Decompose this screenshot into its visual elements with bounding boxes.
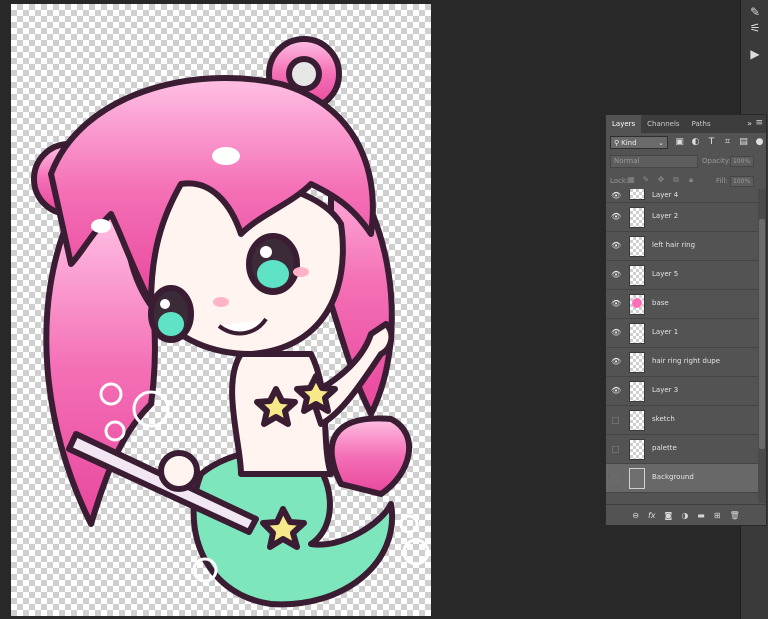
layer-row[interactable]: 👁︎ Layer 5 <box>606 261 758 290</box>
adjustment-filter-icon[interactable]: ◐ <box>690 137 701 148</box>
workspace: ✎ ⚟ ▶ Layers Channels Paths » ≡ ⚲ Kind ⌄… <box>0 0 768 619</box>
lock-row: Lock: ▦ ✎ ✥ ⧉ 🔒︎ Fill: 100% <box>606 171 766 190</box>
layer-list: 👁︎ Layer 4 👁︎ Layer 2 👁︎ left hair ring 👁︎ Laye… <box>606 189 758 503</box>
layers-panel: Layers Channels Paths » ≡ ⚲ Kind ⌄ ▣ ◐ T… <box>605 114 767 526</box>
folder-icon[interactable]: ▬ <box>697 511 705 520</box>
fill-value[interactable]: 100% <box>730 176 754 187</box>
collapse-icon[interactable]: » <box>747 119 752 128</box>
fill-label: Fill: <box>716 177 728 185</box>
layer-name: hair ring right dupe <box>652 357 721 365</box>
layer-name: sketch <box>652 415 675 423</box>
blend-row: Normal Opacity: 100% <box>606 152 766 171</box>
filter-kind-select[interactable]: ⚲ Kind ⌄ <box>610 136 668 149</box>
layer-row[interactable]: 👁︎ Layer 2 <box>606 203 758 232</box>
lock-transparent-icon[interactable]: ▦ <box>626 175 636 185</box>
blend-mode-select[interactable]: Normal <box>610 155 698 168</box>
document-canvas[interactable] <box>11 4 431 616</box>
layer-row[interactable]: 👁︎ base <box>606 290 758 319</box>
layer-name: Layer 5 <box>652 270 679 278</box>
layer-name: Layer 1 <box>652 328 679 336</box>
eye-icon[interactable]: 👁︎ <box>611 212 621 222</box>
visibility-toggle-icon[interactable] <box>612 446 619 453</box>
layer-scrollbar[interactable] <box>758 189 766 503</box>
layer-row[interactable]: 👁︎ Layer 4 <box>606 189 758 203</box>
lock-all-icon[interactable]: 🔒︎ <box>686 175 696 185</box>
layer-row[interactable]: 👁︎ Layer 3 <box>606 377 758 406</box>
layer-row[interactable]: 👁︎ hair ring right dupe <box>606 348 758 377</box>
layer-thumbnail <box>629 468 645 489</box>
panel-footer: ⊖ fx ◙ ◑ ▬ ⊞ 🗑︎ <box>606 504 766 525</box>
chevron-down-icon: ⌄ <box>658 138 664 147</box>
eye-icon[interactable]: 👁︎ <box>611 328 621 338</box>
adjustment-icon[interactable]: ◑ <box>681 511 688 520</box>
opacity-value[interactable]: 100% <box>730 156 754 167</box>
layer-thumbnail <box>629 352 645 373</box>
play-icon[interactable]: ▶ <box>745 44 765 64</box>
tab-paths[interactable]: Paths <box>686 115 717 133</box>
shape-filter-icon[interactable]: ⌗ <box>722 137 733 148</box>
scroll-thumb[interactable] <box>759 219 765 449</box>
layer-thumbnail <box>629 189 645 200</box>
opacity-label: Opacity: <box>702 157 731 165</box>
lock-image-icon[interactable]: ✎ <box>641 175 651 185</box>
eye-icon[interactable]: 👁︎ <box>611 299 621 309</box>
mermaid-artwork <box>31 36 430 608</box>
lock-position-icon[interactable]: ✥ <box>656 175 666 185</box>
new-layer-icon[interactable]: ⊞ <box>714 511 721 520</box>
link-icon[interactable]: ⊖ <box>632 511 639 520</box>
type-filter-icon[interactable]: T <box>706 137 717 148</box>
eye-icon[interactable]: 👁︎ <box>611 357 621 367</box>
search-icon: ⚲ <box>614 138 620 147</box>
layer-name: left hair ring <box>652 241 696 249</box>
panel-menu-icon[interactable]: ≡ <box>755 118 763 128</box>
layer-row[interactable]: 👁︎ Layer 1 <box>606 319 758 348</box>
visibility-toggle-icon[interactable] <box>612 475 619 482</box>
filter-toggle-icon[interactable]: ● <box>754 137 765 148</box>
layer-row[interactable]: Background <box>606 464 758 493</box>
panel-tabs: Layers Channels Paths » ≡ <box>606 115 766 133</box>
layer-thumbnail <box>629 207 645 228</box>
layer-thumbnail <box>629 294 645 315</box>
tab-channels[interactable]: Channels <box>641 115 685 133</box>
smart-object-filter-icon[interactable]: ▤ <box>738 137 749 148</box>
filter-row: ⚲ Kind ⌄ ▣ ◐ T ⌗ ▤ ● <box>606 133 766 152</box>
layer-thumbnail <box>629 439 645 460</box>
mask-icon[interactable]: ◙ <box>665 511 673 520</box>
layer-row[interactable]: palette <box>606 435 758 464</box>
filter-kind-label: Kind <box>621 138 637 147</box>
layer-name: Background <box>652 473 694 481</box>
layer-thumbnail <box>629 323 645 344</box>
lock-artboard-icon[interactable]: ⧉ <box>671 175 681 185</box>
visibility-toggle-icon[interactable] <box>612 417 619 424</box>
eye-icon[interactable]: 👁︎ <box>611 241 621 251</box>
trash-icon[interactable]: 🗑︎ <box>730 511 740 520</box>
eye-icon[interactable]: 👁︎ <box>611 191 621 201</box>
tab-layers[interactable]: Layers <box>606 115 642 133</box>
layer-thumbnail <box>629 381 645 402</box>
pixel-filter-icon[interactable]: ▣ <box>674 137 685 148</box>
eye-icon[interactable]: 👁︎ <box>611 386 621 396</box>
layer-name: Layer 2 <box>652 212 679 220</box>
layer-row[interactable]: 👁︎ left hair ring <box>606 232 758 261</box>
layer-thumbnail <box>629 410 645 431</box>
fx-icon[interactable]: fx <box>648 511 656 520</box>
layer-row[interactable]: sketch <box>606 406 758 435</box>
layer-name: palette <box>652 444 677 452</box>
layer-thumbnail <box>629 236 645 257</box>
layer-name: base <box>652 299 669 307</box>
sliders-icon[interactable]: ⚟ <box>745 18 765 38</box>
layer-name: Layer 4 <box>652 191 679 199</box>
layer-thumbnail <box>629 265 645 286</box>
layer-name: Layer 3 <box>652 386 679 394</box>
eye-icon[interactable]: 👁︎ <box>611 270 621 280</box>
